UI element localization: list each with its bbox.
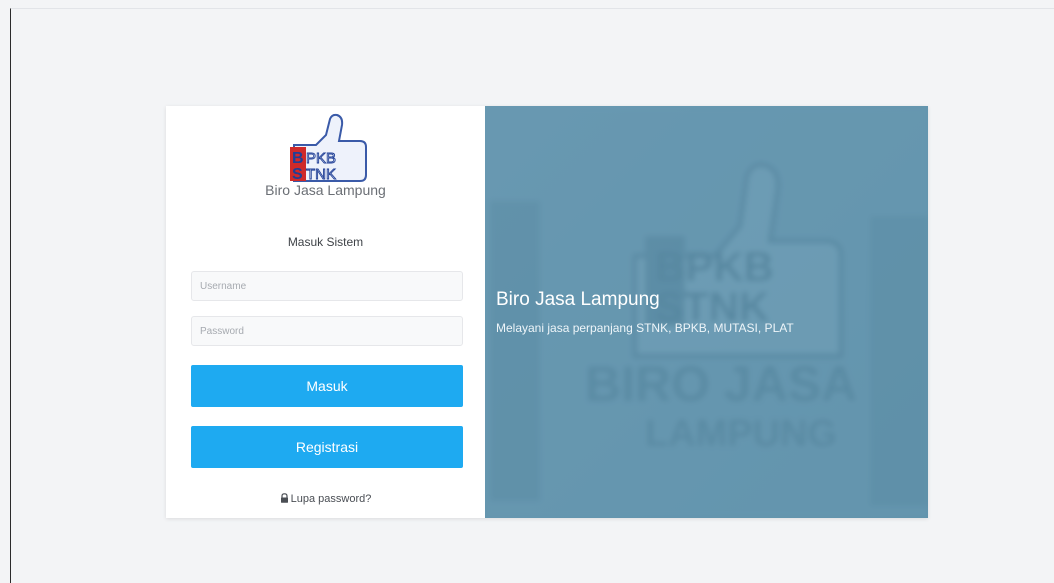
username-input[interactable] xyxy=(191,271,463,301)
forgot-password-link[interactable]: Lupa password? xyxy=(166,493,485,505)
hero-title: Biro Jasa Lampung xyxy=(496,289,660,310)
login-card: B S PKB TNK Biro Jasa Lampung Masuk Sist… xyxy=(166,106,928,518)
brand-logo: B S PKB TNK xyxy=(290,113,367,183)
hero-background-image: BPKB STNK BIRO JASA LAMPUNG xyxy=(485,106,928,518)
svg-text:TNK: TNK xyxy=(306,166,336,183)
svg-text:S: S xyxy=(292,166,303,183)
register-button[interactable]: Registrasi xyxy=(191,426,463,468)
lock-icon xyxy=(280,493,288,503)
page-frame: B S PKB TNK Biro Jasa Lampung Masuk Sist… xyxy=(10,8,1054,583)
brand-name: Biro Jasa Lampung xyxy=(265,182,386,198)
hero-subtitle: Melayani jasa perpanjang STNK, BPKB, MUT… xyxy=(496,321,794,335)
svg-text:PKB: PKB xyxy=(306,150,336,167)
password-input[interactable] xyxy=(191,316,463,346)
hero-panel: BPKB STNK BIRO JASA LAMPUNG Biro Jasa La… xyxy=(485,106,928,518)
login-button[interactable]: Masuk xyxy=(191,365,463,407)
form-title: Masuk Sistem xyxy=(287,235,364,249)
login-panel: B S PKB TNK Biro Jasa Lampung Masuk Sist… xyxy=(166,106,485,518)
svg-text:B: B xyxy=(292,150,304,167)
forgot-password-label: Lupa password? xyxy=(290,493,372,505)
